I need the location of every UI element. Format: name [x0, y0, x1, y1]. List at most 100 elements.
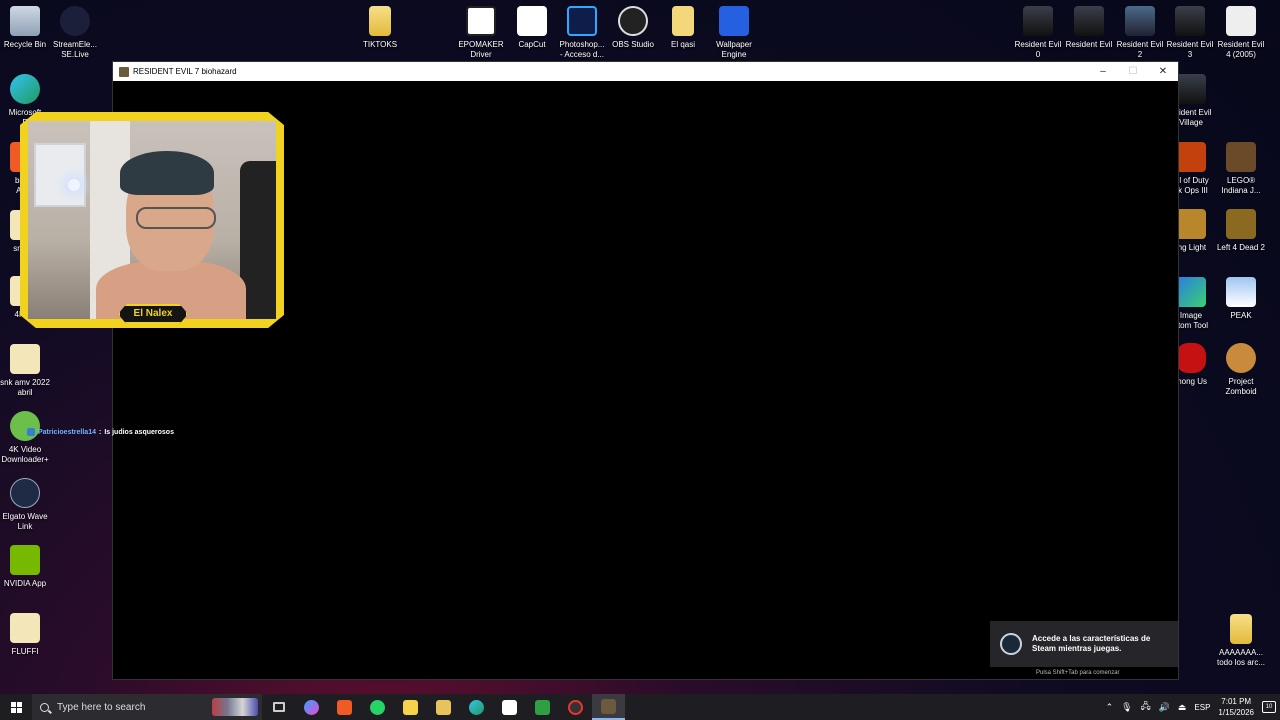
desktop-icon-nvidia-app[interactable]: NVIDIA App — [0, 545, 50, 589]
brave-icon — [337, 699, 352, 715]
whatsapp-icon — [370, 699, 385, 715]
file-icon — [10, 344, 40, 374]
desktop-icon-el-qasi[interactable]: El qasi — [658, 6, 708, 50]
desktop-icon-resident-evil[interactable]: Resident Evil — [1064, 6, 1114, 50]
desktop-icon-capcut[interactable]: CapCut — [507, 6, 557, 50]
desktop-icon-resident-evil-4[interactable]: Resident Evil 4 (2005) — [1216, 6, 1266, 60]
microphone-icon[interactable]: 🎙 — [1121, 702, 1132, 713]
desktop-icon-streamelements[interactable]: StreamEle... SE.Live — [50, 6, 100, 60]
steam-overlay-toast[interactable]: Accede a las características de Steam mi… — [990, 621, 1178, 667]
game-icon — [1226, 142, 1256, 172]
obs-icon — [568, 699, 583, 715]
desktop-icon-resident-evil-2[interactable]: Resident Evil 2 — [1115, 6, 1165, 60]
taskbar-copilot[interactable] — [295, 694, 328, 720]
desktop-icon-tiktoks[interactable]: TIKTOKS — [355, 6, 405, 50]
sticky-notes-icon — [403, 699, 418, 715]
taskbar-edge[interactable] — [460, 694, 493, 720]
wallpaper-engine-icon — [719, 6, 749, 36]
game-icon — [1176, 142, 1206, 172]
window-titlebar[interactable]: RESIDENT EVIL 7 biohazard – ☐ ✕ — [113, 62, 1178, 81]
capcut-icon — [517, 6, 547, 36]
desktop-icon-wallpaper-engine[interactable]: Wallpaper Engine — [709, 6, 759, 60]
desktop-icon-obs-studio[interactable]: OBS Studio — [608, 6, 658, 50]
toast-message: Accede a las características de Steam mi… — [1032, 634, 1151, 653]
game-icon — [1176, 343, 1206, 373]
webcam-feed — [28, 121, 276, 319]
edge-icon — [10, 74, 40, 104]
chevron-up-icon[interactable]: ⌃ — [1106, 702, 1114, 713]
clock-time: 7:01 PM — [1221, 697, 1252, 706]
taskbar-capcut[interactable] — [493, 694, 526, 720]
webcam-frame: El Nalex — [20, 112, 284, 328]
notifications-button[interactable]: 10 — [1262, 701, 1276, 713]
maximize-button[interactable]: ☐ — [1118, 62, 1148, 81]
taskbar-search[interactable]: Type here to search — [32, 694, 262, 720]
system-tray: ⌃ 🎙 🖧 🔊 ⏏ ESP 7:01 PM 1/15/2026 10 — [1106, 696, 1280, 718]
game-icon — [1176, 209, 1206, 239]
speaker-icon[interactable]: 🔊 — [1159, 702, 1170, 713]
desktop-icon-peak[interactable]: PEAK — [1216, 277, 1266, 321]
clock[interactable]: 7:01 PM 1/15/2026 — [1218, 696, 1254, 718]
desktop-icon-left-4-dead-2[interactable]: Left 4 Dead 2 — [1216, 209, 1266, 253]
desktop-icon-snk-amv[interactable]: snk amv 2022 abril — [0, 344, 50, 398]
obs-icon — [618, 6, 648, 36]
network-icon[interactable]: 🖧 — [1141, 699, 1151, 715]
desktop-icon-fluffi[interactable]: FLUFFI — [0, 613, 50, 657]
toast-hint: Pulsa Shift+Tab para comenzar — [1036, 670, 1120, 676]
taskbar-resident-evil-7[interactable] — [592, 694, 625, 720]
taskbar-obs[interactable] — [559, 694, 592, 720]
desktop-icon-epomaker[interactable]: EPOMAKER Driver — [456, 6, 506, 60]
file-icon — [672, 6, 694, 36]
desktop-icon-resident-evil-0[interactable]: Resident Evil 0 — [1013, 6, 1063, 60]
resident-evil-icon — [119, 66, 129, 77]
game-icon — [1074, 6, 1104, 36]
taskbar-brave[interactable] — [328, 694, 361, 720]
desktop-icon-aaaaaaa-folder[interactable]: AAAAAAA... todo los arc... — [1216, 614, 1266, 668]
game-icon — [1226, 6, 1256, 36]
file-icon — [10, 613, 40, 643]
taskbar-xbox[interactable] — [526, 694, 559, 720]
game-icon — [1125, 6, 1155, 36]
desktop-icon-recycle-bin[interactable]: Recycle Bin — [0, 6, 50, 50]
epomaker-icon — [466, 6, 496, 36]
chat-username: Patricioestrella14 — [38, 428, 96, 436]
search-icon — [40, 702, 49, 712]
tool-icon — [1176, 277, 1206, 307]
wave-link-icon — [10, 478, 40, 508]
streamelements-icon — [60, 6, 90, 36]
folder-icon — [436, 699, 451, 715]
desktop-icon-lego-indiana-jones[interactable]: LEGO® Indiana J... — [1216, 142, 1266, 196]
game-icon — [1176, 74, 1206, 104]
xbox-icon — [535, 699, 550, 715]
close-button[interactable]: ✕ — [1148, 62, 1178, 81]
game-icon — [1226, 277, 1256, 307]
search-highlight-image — [212, 698, 258, 716]
edge-icon — [469, 699, 484, 715]
window-title: RESIDENT EVIL 7 biohazard — [133, 67, 237, 76]
desktop-icon-resident-evil-3[interactable]: Resident Evil 3 — [1165, 6, 1215, 60]
clock-date: 1/15/2026 — [1218, 708, 1254, 717]
game-icon — [1175, 6, 1205, 36]
capcut-icon — [502, 699, 517, 715]
desktop-icon-project-zomboid[interactable]: Project Zomboid — [1216, 343, 1266, 397]
search-placeholder: Type here to search — [57, 701, 146, 713]
taskbar-sticky-notes[interactable] — [394, 694, 427, 720]
minimize-button[interactable]: – — [1088, 62, 1118, 81]
streamer-name-label: El Nalex — [118, 304, 188, 324]
taskbar-file-explorer[interactable] — [427, 694, 460, 720]
taskbar-whatsapp[interactable] — [361, 694, 394, 720]
task-view-button[interactable] — [262, 694, 295, 720]
chat-message: Patricioestrella14 : Is judios asqueroso… — [27, 428, 174, 436]
recycle-bin-icon — [10, 6, 40, 36]
4k-video-downloader-icon — [10, 411, 40, 441]
desktop-icon-4k-video-downloader[interactable]: 4K Video Downloader+ — [0, 411, 50, 465]
desktop-icon-photoshop[interactable]: Photoshop... - Acceso d... — [557, 6, 607, 60]
desktop-icon-elgato-wave-link[interactable]: Elgato Wave Link — [0, 478, 50, 532]
game-icon — [1226, 343, 1256, 373]
windows-icon — [10, 701, 22, 713]
start-button[interactable] — [0, 694, 32, 720]
photoshop-icon — [567, 6, 597, 36]
resident-evil-icon — [601, 698, 616, 714]
language-indicator[interactable]: ESP — [1194, 703, 1210, 712]
usb-icon[interactable]: ⏏ — [1178, 702, 1187, 713]
